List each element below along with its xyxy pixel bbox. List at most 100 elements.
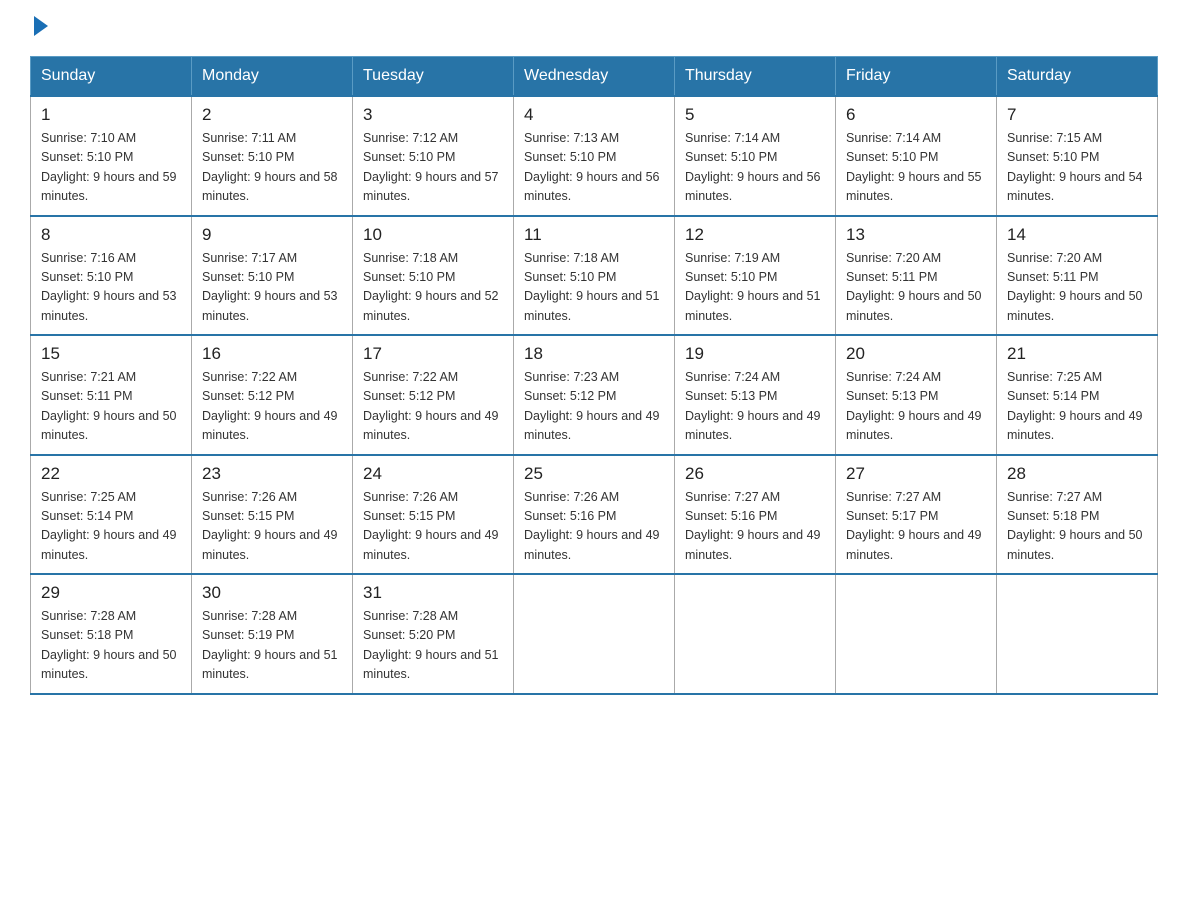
day-number: 31: [363, 583, 503, 603]
day-number: 7: [1007, 105, 1147, 125]
logo-blue-part: [30, 20, 48, 36]
page-header: [30, 20, 1158, 36]
day-number: 16: [202, 344, 342, 364]
day-info: Sunrise: 7:28 AMSunset: 5:18 PMDaylight:…: [41, 607, 181, 685]
day-info: Sunrise: 7:22 AMSunset: 5:12 PMDaylight:…: [363, 368, 503, 446]
day-cell-24: 24 Sunrise: 7:26 AMSunset: 5:15 PMDayligh…: [353, 455, 514, 575]
day-number: 11: [524, 225, 664, 245]
day-info: Sunrise: 7:16 AMSunset: 5:10 PMDaylight:…: [41, 249, 181, 327]
day-info: Sunrise: 7:24 AMSunset: 5:13 PMDaylight:…: [846, 368, 986, 446]
day-info: Sunrise: 7:10 AMSunset: 5:10 PMDaylight:…: [41, 129, 181, 207]
day-cell-18: 18 Sunrise: 7:23 AMSunset: 5:12 PMDayligh…: [514, 335, 675, 455]
day-cell-2: 2 Sunrise: 7:11 AMSunset: 5:10 PMDaylight…: [192, 96, 353, 216]
day-number: 1: [41, 105, 181, 125]
day-number: 12: [685, 225, 825, 245]
day-number: 8: [41, 225, 181, 245]
day-info: Sunrise: 7:18 AMSunset: 5:10 PMDaylight:…: [363, 249, 503, 327]
day-info: Sunrise: 7:12 AMSunset: 5:10 PMDaylight:…: [363, 129, 503, 207]
day-number: 10: [363, 225, 503, 245]
day-cell-26: 26 Sunrise: 7:27 AMSunset: 5:16 PMDayligh…: [675, 455, 836, 575]
day-info: Sunrise: 7:14 AMSunset: 5:10 PMDaylight:…: [846, 129, 986, 207]
day-cell-3: 3 Sunrise: 7:12 AMSunset: 5:10 PMDaylight…: [353, 96, 514, 216]
day-number: 22: [41, 464, 181, 484]
week-row-2: 8 Sunrise: 7:16 AMSunset: 5:10 PMDaylight…: [31, 216, 1158, 336]
day-cell-30: 30 Sunrise: 7:28 AMSunset: 5:19 PMDayligh…: [192, 574, 353, 694]
day-cell-20: 20Sunrise: 7:24 AMSunset: 5:13 PMDayligh…: [836, 335, 997, 455]
day-number: 24: [363, 464, 503, 484]
day-number: 27: [846, 464, 986, 484]
day-cell-15: 15Sunrise: 7:21 AMSunset: 5:11 PMDayligh…: [31, 335, 192, 455]
day-number: 17: [363, 344, 503, 364]
day-cell-27: 27 Sunrise: 7:27 AMSunset: 5:17 PMDayligh…: [836, 455, 997, 575]
header-day-monday: Monday: [192, 57, 353, 97]
empty-cell: [675, 574, 836, 694]
day-info: Sunrise: 7:14 AMSunset: 5:10 PMDaylight:…: [685, 129, 825, 207]
day-number: 14: [1007, 225, 1147, 245]
day-number: 23: [202, 464, 342, 484]
day-number: 3: [363, 105, 503, 125]
day-info: Sunrise: 7:19 AMSunset: 5:10 PMDaylight:…: [685, 249, 825, 327]
day-info: Sunrise: 7:28 AMSunset: 5:20 PMDaylight:…: [363, 607, 503, 685]
day-cell-31: 31 Sunrise: 7:28 AMSunset: 5:20 PMDayligh…: [353, 574, 514, 694]
day-info: Sunrise: 7:27 AMSunset: 5:18 PMDaylight:…: [1007, 488, 1147, 566]
day-cell-10: 10 Sunrise: 7:18 AMSunset: 5:10 PMDayligh…: [353, 216, 514, 336]
day-cell-16: 16 Sunrise: 7:22 AMSunset: 5:12 PMDayligh…: [192, 335, 353, 455]
day-number: 26: [685, 464, 825, 484]
day-info: Sunrise: 7:25 AMSunset: 5:14 PMDaylight:…: [41, 488, 181, 566]
day-cell-21: 21Sunrise: 7:25 AMSunset: 5:14 PMDayligh…: [997, 335, 1158, 455]
day-cell-13: 13Sunrise: 7:20 AMSunset: 5:11 PMDayligh…: [836, 216, 997, 336]
day-cell-28: 28 Sunrise: 7:27 AMSunset: 5:18 PMDayligh…: [997, 455, 1158, 575]
day-cell-19: 19Sunrise: 7:24 AMSunset: 5:13 PMDayligh…: [675, 335, 836, 455]
header-day-wednesday: Wednesday: [514, 57, 675, 97]
empty-cell: [836, 574, 997, 694]
day-info: Sunrise: 7:17 AMSunset: 5:10 PMDaylight:…: [202, 249, 342, 327]
week-row-4: 22 Sunrise: 7:25 AMSunset: 5:14 PMDayligh…: [31, 455, 1158, 575]
day-number: 30: [202, 583, 342, 603]
day-cell-22: 22 Sunrise: 7:25 AMSunset: 5:14 PMDayligh…: [31, 455, 192, 575]
header-day-friday: Friday: [836, 57, 997, 97]
day-number: 6: [846, 105, 986, 125]
day-cell-12: 12 Sunrise: 7:19 AMSunset: 5:10 PMDayligh…: [675, 216, 836, 336]
header-day-sunday: Sunday: [31, 57, 192, 97]
week-row-1: 1 Sunrise: 7:10 AMSunset: 5:10 PMDaylight…: [31, 96, 1158, 216]
header-day-thursday: Thursday: [675, 57, 836, 97]
day-info: Sunrise: 7:11 AMSunset: 5:10 PMDaylight:…: [202, 129, 342, 207]
day-cell-14: 14 Sunrise: 7:20 AMSunset: 5:11 PMDayligh…: [997, 216, 1158, 336]
day-number: 25: [524, 464, 664, 484]
day-info: Sunrise: 7:26 AMSunset: 5:15 PMDaylight:…: [202, 488, 342, 566]
day-number: 2: [202, 105, 342, 125]
day-info: Sunrise: 7:26 AMSunset: 5:15 PMDaylight:…: [363, 488, 503, 566]
header-day-saturday: Saturday: [997, 57, 1158, 97]
day-number: 5: [685, 105, 825, 125]
day-cell-17: 17 Sunrise: 7:22 AMSunset: 5:12 PMDayligh…: [353, 335, 514, 455]
day-number: 9: [202, 225, 342, 245]
calendar-table: SundayMondayTuesdayWednesdayThursdayFrid…: [30, 56, 1158, 695]
day-cell-5: 5 Sunrise: 7:14 AMSunset: 5:10 PMDaylight…: [675, 96, 836, 216]
day-cell-6: 6 Sunrise: 7:14 AMSunset: 5:10 PMDaylight…: [836, 96, 997, 216]
day-cell-25: 25 Sunrise: 7:26 AMSunset: 5:16 PMDayligh…: [514, 455, 675, 575]
day-info: Sunrise: 7:27 AMSunset: 5:16 PMDaylight:…: [685, 488, 825, 566]
day-cell-9: 9 Sunrise: 7:17 AMSunset: 5:10 PMDaylight…: [192, 216, 353, 336]
day-info: Sunrise: 7:25 AMSunset: 5:14 PMDaylight:…: [1007, 368, 1147, 446]
logo-arrow-icon: [34, 16, 48, 36]
day-info: Sunrise: 7:18 AMSunset: 5:10 PMDaylight:…: [524, 249, 664, 327]
day-info: Sunrise: 7:24 AMSunset: 5:13 PMDaylight:…: [685, 368, 825, 446]
day-info: Sunrise: 7:20 AMSunset: 5:11 PMDaylight:…: [1007, 249, 1147, 327]
week-row-3: 15Sunrise: 7:21 AMSunset: 5:11 PMDayligh…: [31, 335, 1158, 455]
day-info: Sunrise: 7:23 AMSunset: 5:12 PMDaylight:…: [524, 368, 664, 446]
day-info: Sunrise: 7:13 AMSunset: 5:10 PMDaylight:…: [524, 129, 664, 207]
day-info: Sunrise: 7:20 AMSunset: 5:11 PMDaylight:…: [846, 249, 986, 327]
day-info: Sunrise: 7:26 AMSunset: 5:16 PMDaylight:…: [524, 488, 664, 566]
day-info: Sunrise: 7:28 AMSunset: 5:19 PMDaylight:…: [202, 607, 342, 685]
day-info: Sunrise: 7:22 AMSunset: 5:12 PMDaylight:…: [202, 368, 342, 446]
header-day-tuesday: Tuesday: [353, 57, 514, 97]
day-cell-4: 4Sunrise: 7:13 AMSunset: 5:10 PMDaylight…: [514, 96, 675, 216]
day-info: Sunrise: 7:27 AMSunset: 5:17 PMDaylight:…: [846, 488, 986, 566]
day-info: Sunrise: 7:21 AMSunset: 5:11 PMDaylight:…: [41, 368, 181, 446]
day-number: 28: [1007, 464, 1147, 484]
day-info: Sunrise: 7:15 AMSunset: 5:10 PMDaylight:…: [1007, 129, 1147, 207]
day-number: 18: [524, 344, 664, 364]
day-cell-1: 1 Sunrise: 7:10 AMSunset: 5:10 PMDaylight…: [31, 96, 192, 216]
empty-cell: [997, 574, 1158, 694]
day-cell-7: 7 Sunrise: 7:15 AMSunset: 5:10 PMDaylight…: [997, 96, 1158, 216]
